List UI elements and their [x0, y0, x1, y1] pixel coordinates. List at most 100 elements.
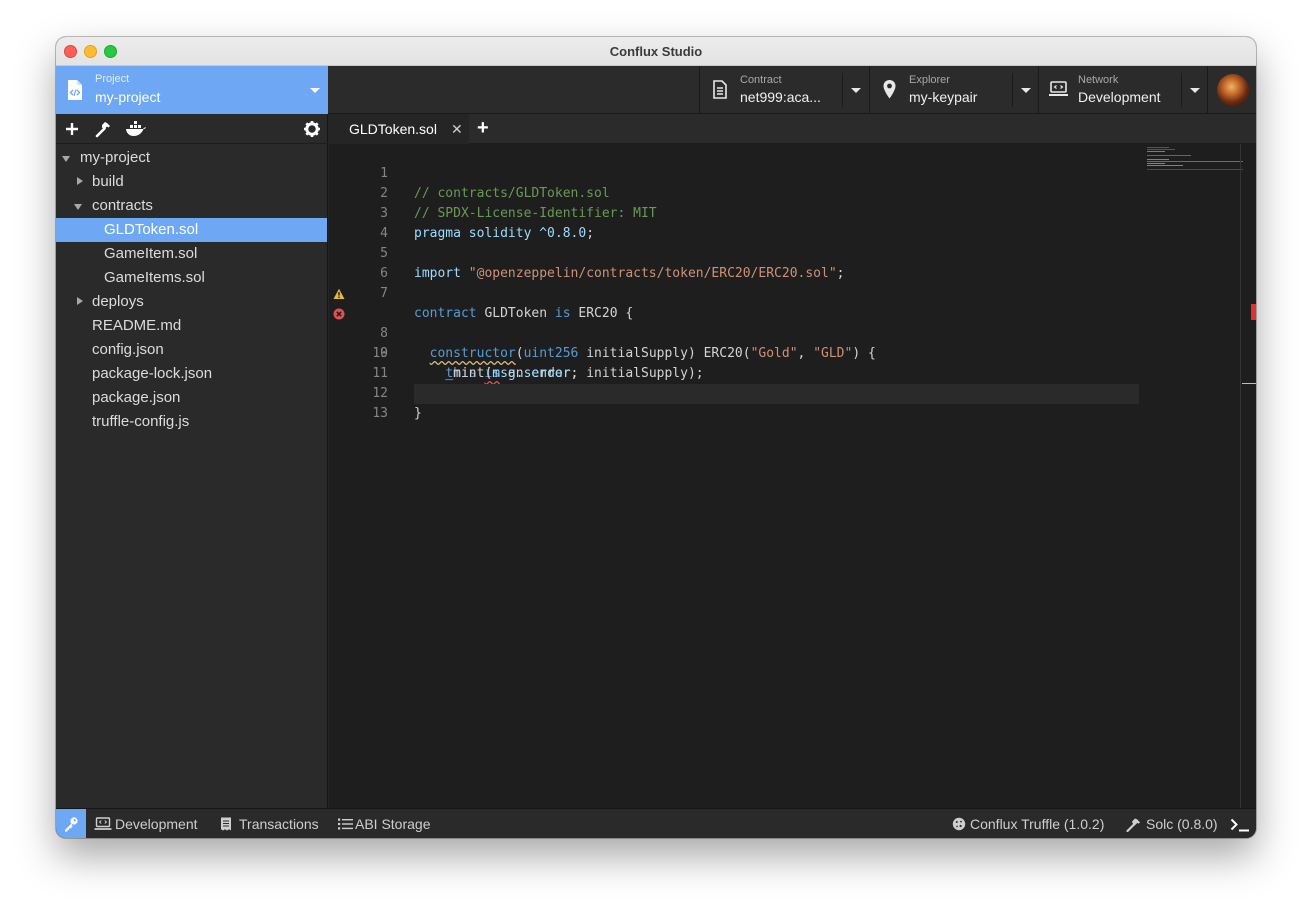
- hammer-icon[interactable]: [94, 120, 112, 138]
- plus-icon[interactable]: [63, 120, 81, 138]
- contract-selector[interactable]: Contract net999:aca...: [699, 66, 870, 114]
- laptop-icon: [1049, 81, 1068, 96]
- tree-folder-deploys[interactable]: deploys: [56, 290, 327, 314]
- laptop-icon: [94, 817, 112, 830]
- status-bar: Development Transactions ABI Storage Con…: [56, 808, 1256, 838]
- key-icon: [65, 817, 78, 832]
- tree-item-label: GameItem.sol: [104, 245, 198, 262]
- network-status-item[interactable]: Development: [94, 809, 206, 838]
- minimap-line: [1147, 169, 1243, 170]
- network-label: Network: [1078, 74, 1119, 86]
- close-icon[interactable]: ✕: [451, 121, 463, 138]
- code-line: 13: [329, 384, 1141, 421]
- hammer-icon: [1126, 818, 1140, 832]
- code-line: 4: [329, 204, 1141, 241]
- app-window: Conflux Studio Project my-project Contra…: [56, 37, 1256, 838]
- caret-right-icon[interactable]: [77, 297, 83, 305]
- solc-version-item[interactable]: Solc (0.8.0): [1126, 809, 1218, 838]
- tree-file-truffle-config[interactable]: truffle-config.js: [56, 410, 327, 434]
- chevron-down-icon[interactable]: [1190, 88, 1200, 93]
- minimap-line: [1147, 161, 1243, 162]
- tree-item-label: contracts: [92, 197, 153, 214]
- tree-file-package[interactable]: package.json: [56, 386, 327, 410]
- tree-file-config[interactable]: config.json: [56, 338, 327, 362]
- minimap-line: [1147, 155, 1191, 156]
- tree-file-gameitems[interactable]: GameItems.sol: [56, 266, 327, 290]
- code-line: 8 constructor(uint256 initialSupply) ERC…: [329, 284, 1141, 361]
- tree-folder-contracts[interactable]: contracts: [56, 194, 327, 218]
- tree-item-label: GLDToken.sol: [104, 221, 199, 238]
- line-number: 13: [372, 406, 388, 421]
- chevron-down-icon[interactable]: [1021, 88, 1031, 93]
- explorer-value: my-keypair: [909, 89, 978, 105]
- project-selector[interactable]: Project my-project: [56, 66, 328, 114]
- code-line: 9 this is an error;: [329, 304, 1141, 381]
- status-label: Development: [115, 816, 198, 832]
- minimap-line: [1147, 149, 1175, 150]
- document-icon: [713, 80, 727, 99]
- tree-item-label: GameItems.sol: [104, 269, 205, 286]
- cursor-marker: [1242, 383, 1256, 384]
- minimap[interactable]: [1144, 144, 1244, 184]
- new-tab-button[interactable]: +: [477, 117, 489, 140]
- caret-right-icon[interactable]: [77, 177, 83, 185]
- receipt-icon: [221, 817, 231, 831]
- tree-item-label: truffle-config.js: [92, 413, 190, 430]
- chevron-down-icon[interactable]: [851, 88, 861, 93]
- network-value: Development: [1078, 89, 1161, 105]
- explorer-label: Explorer: [909, 74, 950, 86]
- gear-icon[interactable]: [303, 120, 321, 138]
- tab-label: GLDToken.sol: [349, 121, 437, 137]
- tree-folder-my-project[interactable]: my-project: [56, 146, 327, 170]
- status-label: ABI Storage: [355, 816, 431, 832]
- tree-file-package-lock[interactable]: package-lock.json: [56, 362, 327, 386]
- vertical-scrollbar[interactable]: [1240, 144, 1256, 808]
- code-editor[interactable]: 1 // contracts/GLDToken.sol 2 // SPDX-Li…: [329, 144, 1256, 808]
- list-icon: [338, 818, 353, 830]
- code-line: 5 import "@openzeppelin/contracts/token/…: [329, 224, 1141, 281]
- warning-icon[interactable]: [333, 288, 345, 300]
- file-explorer-sidebar: my-project build contracts GLDToken.sol …: [56, 114, 328, 808]
- docker-icon[interactable]: [125, 120, 147, 138]
- keypair-button[interactable]: [56, 809, 86, 838]
- user-menu[interactable]: [1207, 66, 1256, 114]
- tree-folder-build[interactable]: build: [56, 170, 327, 194]
- tree-item-label: package.json: [92, 389, 181, 406]
- location-pin-icon: [883, 80, 896, 99]
- divider: [842, 73, 843, 107]
- tree-item-label: README.md: [92, 317, 182, 334]
- code-line: 11 }: [329, 344, 1141, 401]
- divider: [1012, 73, 1013, 107]
- error-icon[interactable]: [333, 308, 345, 320]
- code-line: 1 // contracts/GLDToken.sol: [329, 144, 1141, 201]
- caret-down-icon[interactable]: [74, 204, 82, 210]
- contract-value: net999:aca...: [740, 89, 821, 105]
- error-marker: [1251, 304, 1256, 320]
- caret-down-icon[interactable]: [62, 156, 70, 162]
- code-line: 6: [329, 244, 1141, 281]
- code-line: 3 pragma solidity ^0.8.0;: [329, 184, 1141, 241]
- contract-label: Contract: [740, 74, 782, 86]
- status-label: Transactions: [239, 816, 319, 832]
- terminal-button[interactable]: [1230, 809, 1252, 838]
- network-selector[interactable]: Network Development: [1038, 66, 1208, 114]
- editor-tab-bar: GLDToken.sol ✕ +: [329, 114, 1256, 144]
- divider: [1181, 73, 1182, 107]
- minimap-line: [1147, 163, 1165, 164]
- tree-item-label: build: [92, 173, 124, 190]
- avatar[interactable]: [1217, 74, 1249, 106]
- status-label: Conflux Truffle (1.0.2): [970, 816, 1105, 832]
- minimap-line: [1147, 159, 1169, 160]
- tree-file-gldtoken[interactable]: GLDToken.sol: [56, 218, 327, 242]
- abi-storage-status-item[interactable]: ABI Storage: [338, 809, 438, 838]
- tab-gldtoken[interactable]: GLDToken.sol ✕: [329, 114, 469, 144]
- truffle-version-item[interactable]: Conflux Truffle (1.0.2): [952, 809, 1112, 838]
- project-name: my-project: [95, 89, 161, 105]
- transactions-status-item[interactable]: Transactions: [220, 809, 324, 838]
- minimap-line: [1147, 151, 1165, 152]
- tree-file-readme[interactable]: README.md: [56, 314, 327, 338]
- tree-file-gameitem[interactable]: GameItem.sol: [56, 242, 327, 266]
- sidebar-toolbar: [56, 114, 328, 144]
- minimap-line: [1147, 147, 1169, 148]
- explorer-selector[interactable]: Explorer my-keypair: [869, 66, 1039, 114]
